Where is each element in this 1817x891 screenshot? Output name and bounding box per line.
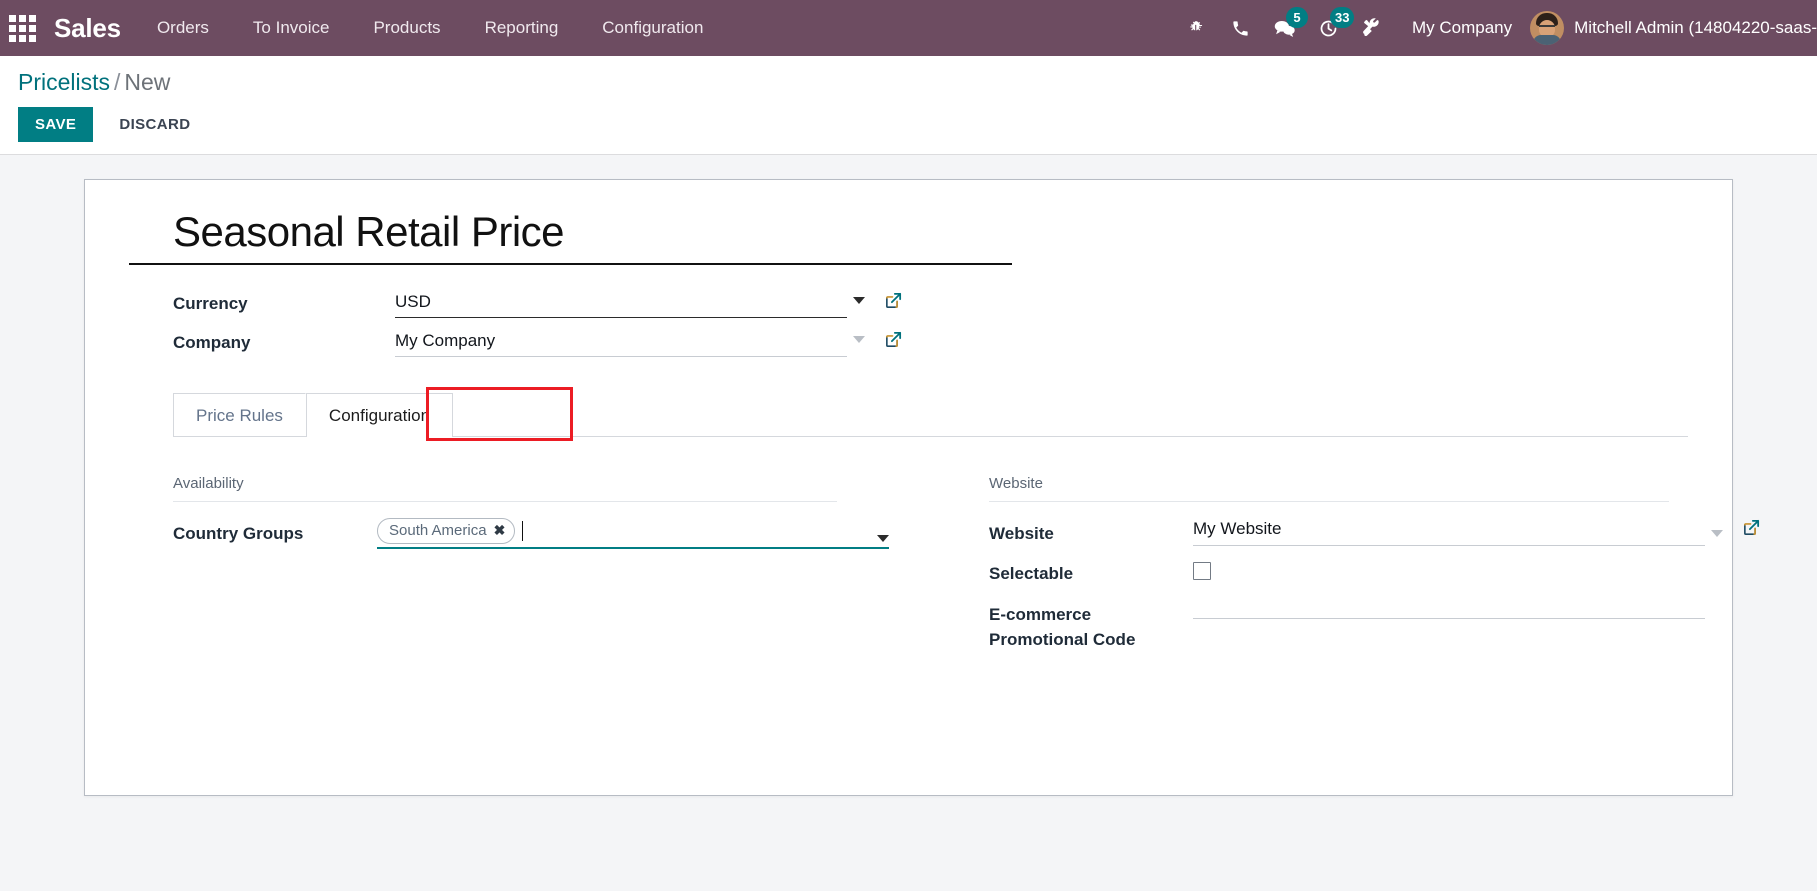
group-website: Website Website My Website Selectable E-… (989, 475, 1760, 665)
record-form-sheet: Seasonal Retail Price Currency USD Compa… (84, 179, 1760, 797)
record-title-wrap: Seasonal Retail Price (129, 208, 1012, 265)
group-title-website: Website (989, 475, 1669, 502)
label-website: Website (989, 523, 1054, 543)
menu-configuration[interactable]: Configuration (580, 0, 725, 56)
messages-icon[interactable]: 5 (1262, 0, 1308, 56)
bug-icon[interactable] (1174, 0, 1218, 56)
label-company: Company (173, 332, 251, 352)
menu-orders[interactable]: Orders (135, 0, 231, 56)
ecommerce-promotional-code-input[interactable] (1193, 599, 1705, 619)
field-row-promo-code: E-commerce Promotional Code (989, 599, 1729, 652)
text-cursor (522, 520, 524, 541)
save-button[interactable]: SAVE (18, 107, 94, 143)
header-fields: Currency USD Company My Company (129, 291, 1688, 358)
menu-to-invoice[interactable]: To Invoice (231, 0, 352, 56)
breadcrumb-current: New (124, 69, 171, 95)
menu-reporting[interactable]: Reporting (463, 0, 581, 56)
tab-price-rules[interactable]: Price Rules (173, 392, 306, 437)
breadcrumb-separator: / (114, 69, 121, 95)
field-row-currency: Currency USD (173, 291, 1688, 319)
website-input[interactable]: My Website (1193, 519, 1705, 546)
navbar-systray: 5 33 My Company Mitchell Admin (14804220… (1174, 0, 1817, 56)
breadcrumb-pricelists[interactable]: Pricelists (18, 69, 110, 95)
close-icon[interactable]: ✖ (494, 523, 506, 537)
country-groups-input[interactable]: South America ✖ (377, 517, 889, 550)
chevron-down-icon[interactable] (877, 535, 889, 543)
top-navbar: Sales Orders To Invoice Products Reporti… (0, 0, 1817, 56)
field-row-website: Website My Website (989, 518, 1760, 547)
tab-panel-configuration: Availability Country Groups South Americ… (129, 475, 1760, 665)
company-input[interactable]: My Company (395, 331, 847, 357)
external-link-icon[interactable] (1742, 518, 1761, 542)
external-link-icon[interactable] (884, 330, 903, 354)
notebook: Price Rules Configuration (129, 386, 1688, 441)
label-currency: Currency (173, 293, 248, 313)
chevron-down-icon[interactable] (1711, 529, 1723, 537)
breadcrumb: Pricelists / New (18, 69, 1799, 95)
apps-grid-icon[interactable] (0, 0, 44, 56)
selectable-checkbox[interactable] (1193, 562, 1211, 581)
user-avatar (1530, 11, 1565, 45)
tag-label: South America (389, 521, 487, 539)
website-control: My Website (1193, 518, 1761, 546)
label-selectable: Selectable (989, 564, 1074, 584)
field-company: My Company (395, 330, 903, 358)
field-row-company: Company My Company (173, 330, 1688, 358)
field-row-selectable: Selectable (989, 558, 1729, 587)
page-title[interactable]: Seasonal Retail Price (173, 208, 1012, 262)
notebook-tabs: Price Rules Configuration (173, 386, 1688, 441)
group-availability: Availability Country Groups South Americ… (173, 475, 911, 665)
messages-badge: 5 (1286, 7, 1308, 28)
form-actions: SAVE DISCARD (18, 107, 1799, 143)
label-country-groups: Country Groups (173, 523, 304, 543)
app-brand-sales[interactable]: Sales (44, 13, 135, 44)
sheet-background: Seasonal Retail Price Currency USD Compa… (0, 155, 1817, 797)
field-row-country-groups: Country Groups South America ✖ (173, 517, 911, 550)
currency-input[interactable]: USD (395, 292, 847, 318)
tools-wrench-icon[interactable] (1350, 0, 1394, 56)
chevron-down-icon[interactable] (853, 335, 865, 343)
user-menu[interactable]: Mitchell Admin (14804220-saas- (1530, 11, 1817, 45)
field-currency: USD (395, 291, 903, 319)
activities-clock-icon[interactable]: 33 (1306, 0, 1355, 56)
phone-icon[interactable] (1218, 0, 1262, 56)
external-link-icon[interactable] (884, 291, 903, 315)
current-company[interactable]: My Company (1394, 18, 1530, 38)
label-ecommerce-promotional-code: E-commerce Promotional Code (989, 604, 1136, 649)
group-title-availability: Availability (173, 475, 837, 502)
menu-products[interactable]: Products (351, 0, 462, 56)
tab-configuration[interactable]: Configuration (305, 392, 454, 437)
chevron-down-icon[interactable] (853, 296, 865, 304)
control-panel: Pricelists / New SAVE DISCARD (0, 56, 1817, 156)
user-name-label: Mitchell Admin (14804220-saas- (1574, 18, 1817, 37)
discard-button[interactable]: DISCARD (103, 107, 206, 142)
tag-south-america[interactable]: South America ✖ (377, 517, 516, 545)
